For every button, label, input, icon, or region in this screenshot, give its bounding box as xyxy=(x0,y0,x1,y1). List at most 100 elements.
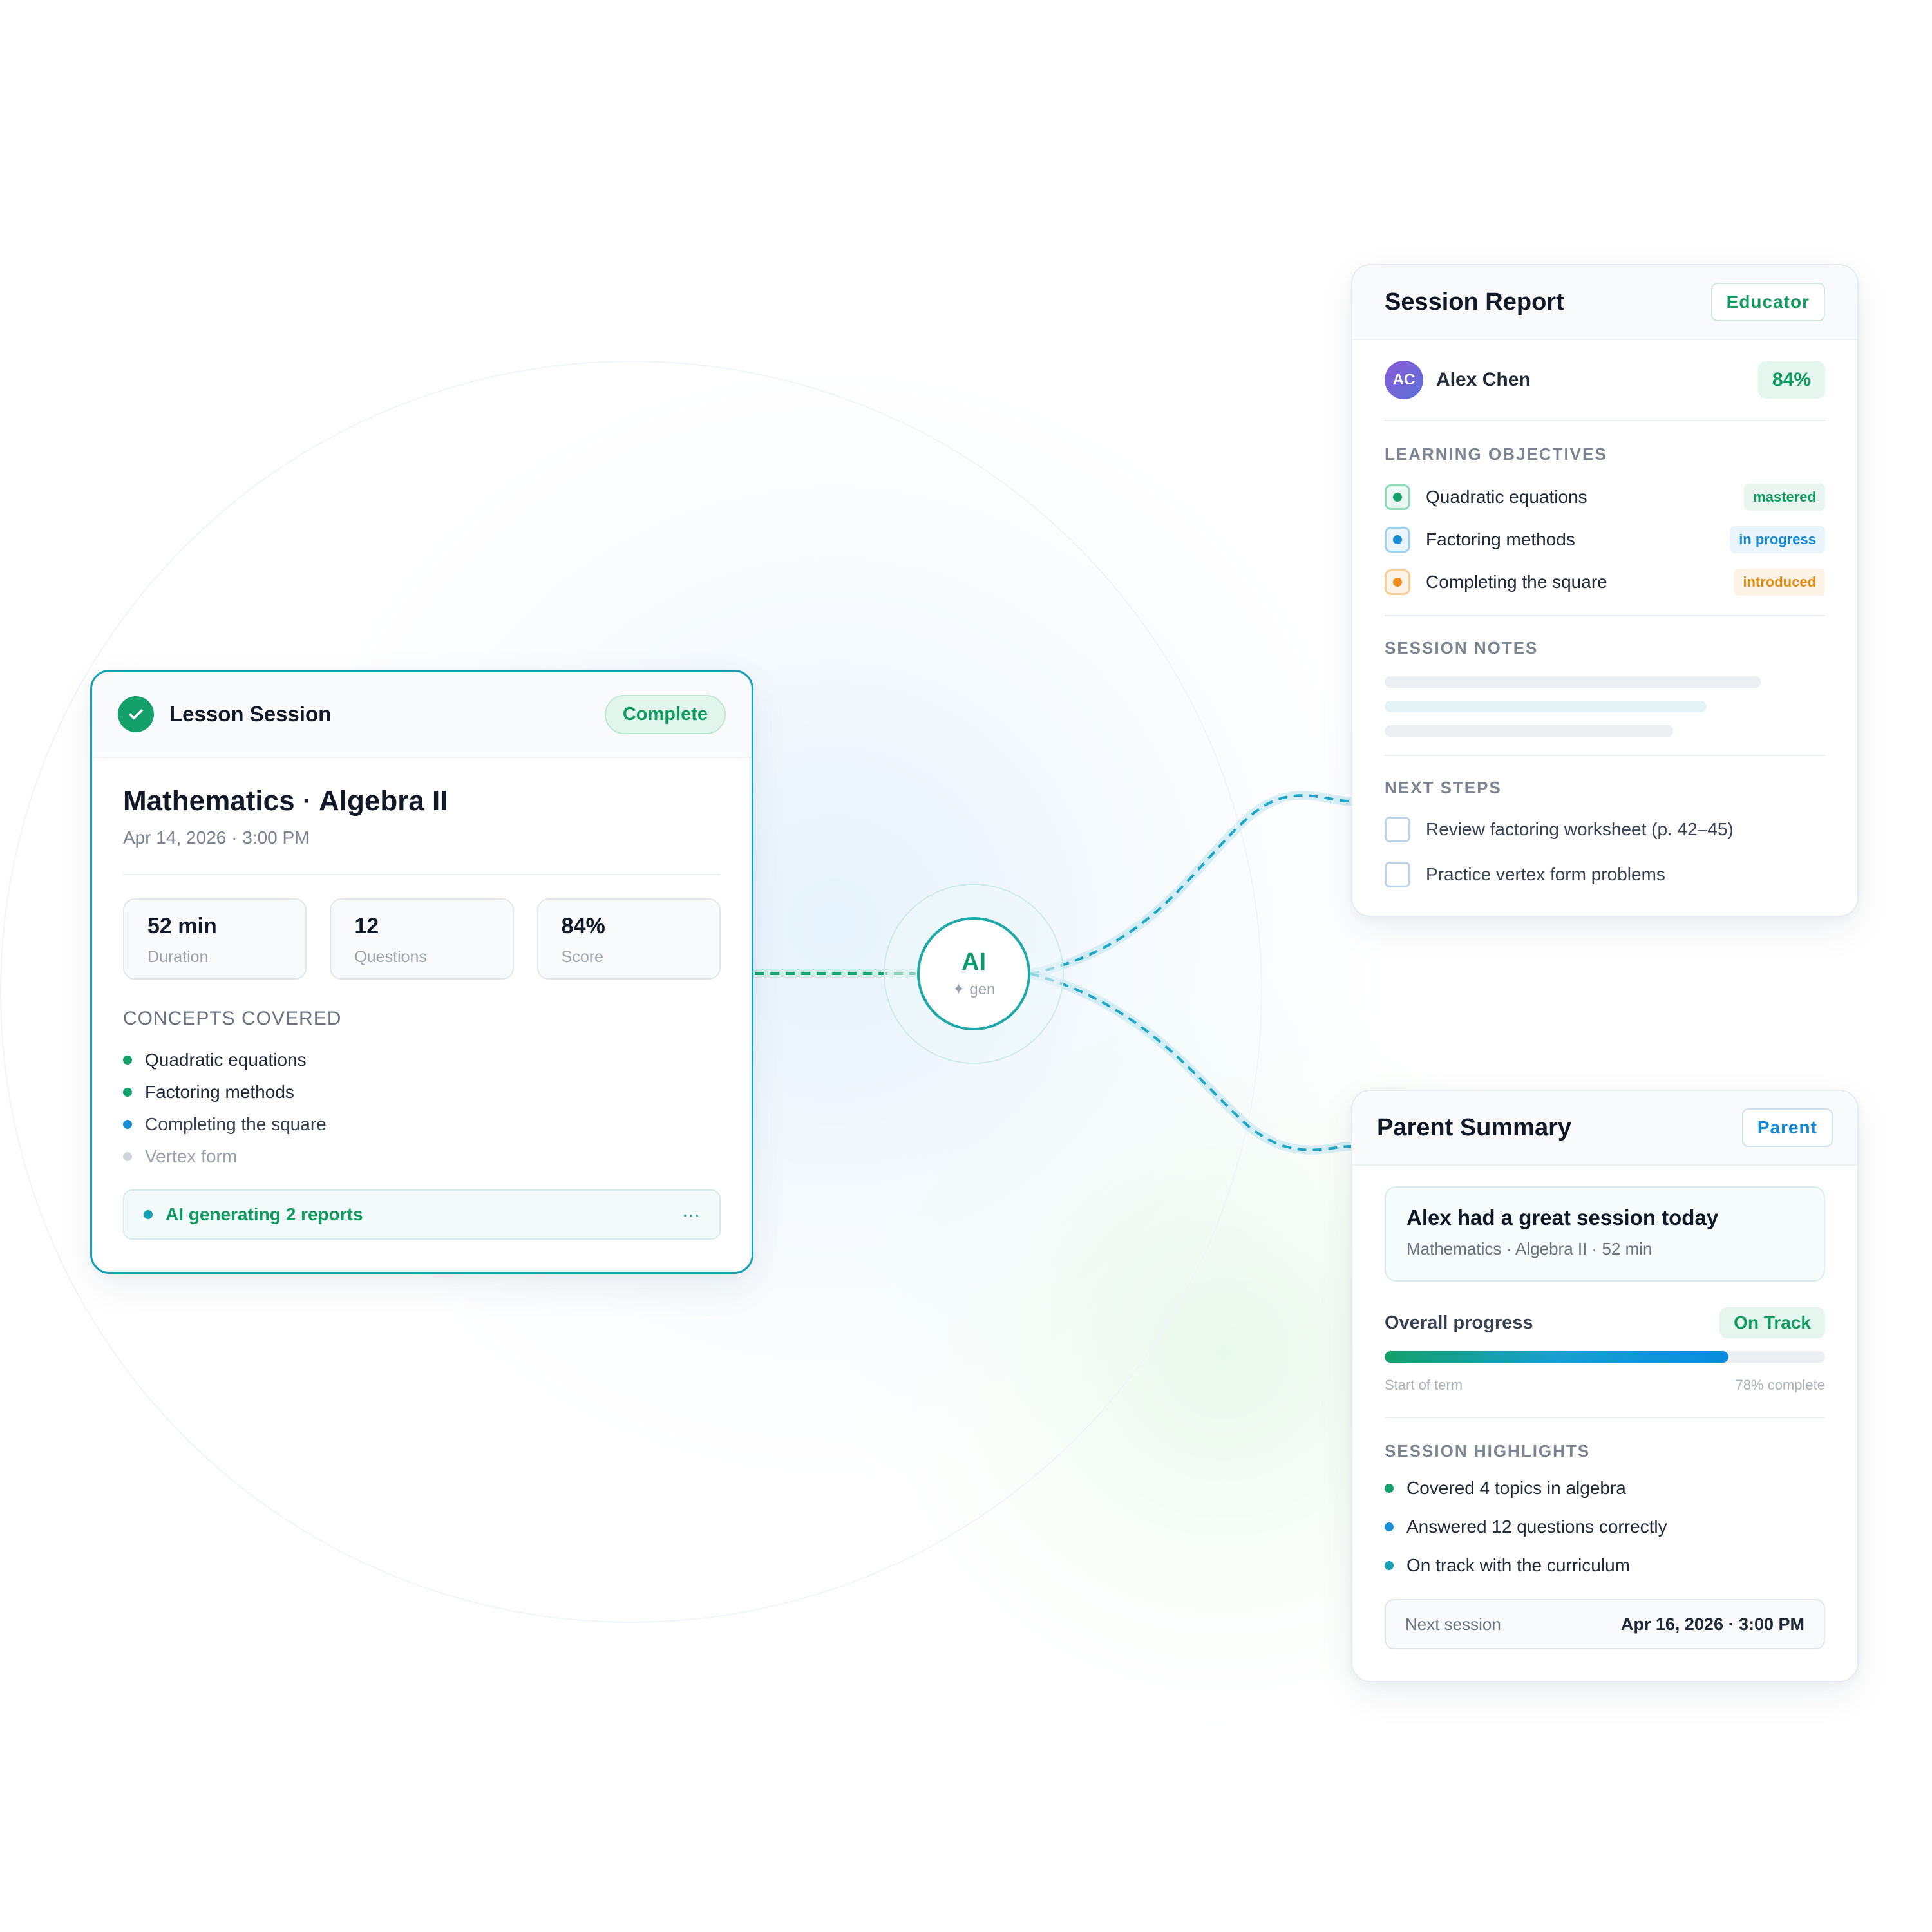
highlight-label: On track with the curriculum xyxy=(1406,1555,1630,1575)
divider xyxy=(123,874,721,875)
avatar: AC xyxy=(1385,361,1423,399)
note-line xyxy=(1385,725,1673,737)
next-step-item[interactable]: Practice vertex form problems xyxy=(1385,852,1825,897)
highlight-item: On track with the curriculum xyxy=(1385,1546,1825,1585)
highlight-item: Answered 12 questions correctly xyxy=(1385,1508,1825,1546)
highlight-label: Covered 4 topics in algebra xyxy=(1406,1478,1626,1498)
headline-subtitle: Mathematics · Algebra II · 52 min xyxy=(1406,1239,1653,1258)
progress-start-label: Start of term xyxy=(1385,1377,1463,1393)
audience-badge-parent: Parent xyxy=(1741,1108,1833,1147)
stat-duration: 52 min Duration xyxy=(123,898,307,980)
objective-tag: in progress xyxy=(1730,526,1825,553)
live-dot-icon xyxy=(144,1210,153,1219)
progress-bar-labels: Start of term 78% complete xyxy=(1385,1377,1825,1394)
next-step-label: Review factoring worksheet (p. 42–45) xyxy=(1426,819,1734,839)
connector-ai-to-parent xyxy=(1029,969,1352,1155)
status-badge: Complete xyxy=(604,694,726,734)
ai-status-text: AI generating 2 reports xyxy=(166,1204,363,1224)
objective-status-icon xyxy=(1385,484,1410,510)
active-dot-icon xyxy=(123,1120,132,1129)
objective-item: Factoring methods in progress xyxy=(1385,518,1825,561)
next-steps-list: Review factoring worksheet (p. 42–45) Pr… xyxy=(1385,807,1825,897)
note-line xyxy=(1385,701,1707,712)
student-row: AC Alex Chen 84% xyxy=(1385,340,1825,421)
parent-card-header: Parent Summary Parent xyxy=(1352,1091,1857,1166)
headline-box: Alex had a great session today Mathemati… xyxy=(1385,1186,1825,1282)
concept-item: Vertex form xyxy=(123,1141,721,1173)
ai-hub-sublabel: ✦ gen xyxy=(952,981,996,998)
notes-placeholder xyxy=(1385,676,1825,737)
bullet-dot-icon xyxy=(1385,1561,1394,1570)
headline-title: Alex had a great session today xyxy=(1406,1206,1719,1229)
connector-ai-to-report xyxy=(1029,791,1352,978)
next-session-label: Next session xyxy=(1405,1614,1501,1634)
stat-value: 12 xyxy=(354,914,379,938)
concept-item: Factoring methods xyxy=(123,1076,721,1108)
stat-questions: 12 Questions xyxy=(330,898,514,980)
divider xyxy=(1385,1417,1825,1418)
checkbox[interactable] xyxy=(1385,817,1410,842)
session-report-card[interactable]: Session Report Educator AC Alex Chen 84%… xyxy=(1351,264,1859,917)
next-session-value: Apr 16, 2026 · 3:00 PM xyxy=(1620,1614,1804,1634)
objective-tag: mastered xyxy=(1744,484,1825,511)
stat-value: 84% xyxy=(561,914,605,938)
bullet-dot-icon xyxy=(1385,1484,1394,1493)
next-step-label: Practice vertex form problems xyxy=(1426,864,1665,884)
stat-label: Questions xyxy=(354,948,427,966)
bullet-dot-icon xyxy=(1385,1522,1394,1531)
audience-badge-educator: Educator xyxy=(1710,283,1825,321)
concept-item: Quadratic equations xyxy=(123,1044,721,1076)
ai-hub-label: AI xyxy=(961,949,986,976)
stats-row: 52 min Duration 12 Questions 84% Score xyxy=(123,898,721,980)
objective-status-icon xyxy=(1385,527,1410,553)
objectives-heading: LEARNING OBJECTIVES xyxy=(1385,444,1607,464)
concept-label: Completing the square xyxy=(145,1114,327,1134)
concepts-list: Quadratic equations Factoring methods Co… xyxy=(123,1044,721,1173)
pending-dot-icon xyxy=(123,1152,132,1161)
checkbox[interactable] xyxy=(1385,862,1410,887)
report-card-header: Session Report Educator xyxy=(1352,265,1857,340)
progress-row: Overall progress On Track xyxy=(1385,1307,1825,1338)
lesson-subject: Mathematics · Algebra II xyxy=(123,785,448,817)
next-steps-heading: NEXT STEPS xyxy=(1385,778,1502,797)
concept-label: Factoring methods xyxy=(145,1082,294,1102)
objectives-list: Quadratic equations mastered Factoring m… xyxy=(1385,476,1825,603)
highlight-label: Answered 12 questions correctly xyxy=(1406,1517,1667,1537)
objective-label: Completing the square xyxy=(1426,572,1607,592)
divider xyxy=(1385,615,1825,616)
objective-status-icon xyxy=(1385,569,1410,595)
stat-label: Duration xyxy=(147,948,209,966)
lesson-session-card[interactable]: Lesson Session Complete Mathematics · Al… xyxy=(90,670,753,1274)
next-step-item[interactable]: Review factoring worksheet (p. 42–45) xyxy=(1385,807,1825,852)
progress-end-label: 78% complete xyxy=(1735,1377,1825,1393)
objective-item: Completing the square introduced xyxy=(1385,561,1825,603)
parent-summary-card[interactable]: Parent Summary Parent Alex had a great s… xyxy=(1351,1090,1859,1682)
stat-value: 52 min xyxy=(147,914,217,938)
progress-label: Overall progress xyxy=(1385,1312,1533,1333)
done-dot-icon xyxy=(123,1056,132,1065)
progress-bar-fill xyxy=(1385,1351,1728,1363)
progress-bar xyxy=(1385,1351,1825,1363)
parent-card-title: Parent Summary xyxy=(1377,1113,1572,1141)
student-name: Alex Chen xyxy=(1436,369,1531,390)
stat-score: 84% Score xyxy=(536,898,721,980)
highlights-heading: SESSION HIGHLIGHTS xyxy=(1385,1441,1591,1461)
ai-status-bar[interactable]: AI generating 2 reports ··· xyxy=(123,1189,721,1240)
check-circle-icon xyxy=(118,696,154,732)
highlight-item: Covered 4 topics in algebra xyxy=(1385,1469,1825,1508)
note-line xyxy=(1385,676,1761,688)
ai-hub: AI ✦ gen xyxy=(884,884,1064,1064)
objective-label: Factoring methods xyxy=(1426,529,1575,549)
lesson-card-header: Lesson Session Complete xyxy=(92,672,752,758)
done-dot-icon xyxy=(123,1088,132,1097)
lesson-card-title: Lesson Session xyxy=(169,702,332,726)
concept-label: Quadratic equations xyxy=(145,1050,307,1070)
concept-item: Completing the square xyxy=(123,1108,721,1141)
score-badge: 84% xyxy=(1757,361,1825,399)
lesson-datetime: Apr 14, 2026 · 3:00 PM xyxy=(123,828,310,848)
progress-status-badge: On Track xyxy=(1719,1307,1825,1338)
highlights-list: Covered 4 topics in algebra Answered 12 … xyxy=(1385,1469,1825,1585)
concepts-heading: CONCEPTS COVERED xyxy=(123,1008,342,1029)
divider xyxy=(1385,755,1825,756)
objective-tag: introduced xyxy=(1734,569,1825,596)
